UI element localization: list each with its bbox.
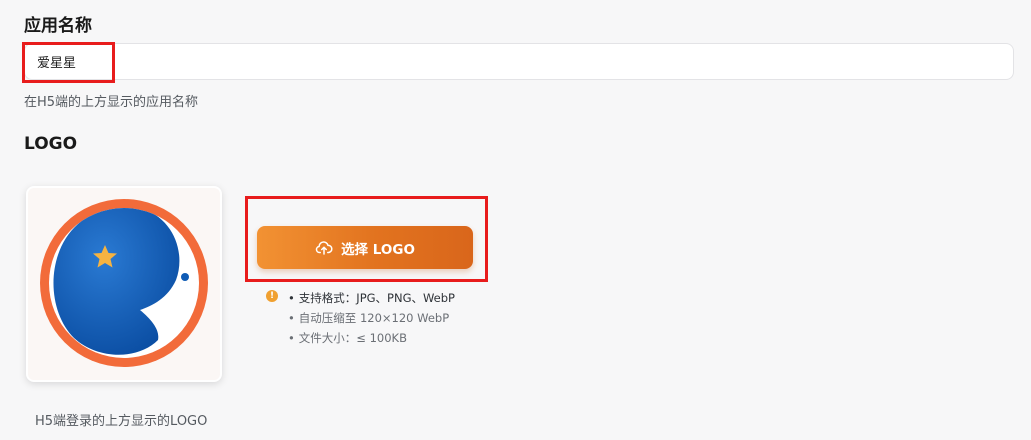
app-name-label: 应用名称	[24, 16, 92, 36]
logo-eye	[181, 273, 189, 281]
cloud-upload-icon	[315, 240, 333, 255]
requirement-item: • 自动压缩至 120×120 WebP	[288, 311, 450, 325]
requirement-item: • 支持格式：JPG、PNG、WebP	[288, 291, 455, 305]
logo-requirements: • 支持格式：JPG、PNG、WebP • 自动压缩至 120×120 WebP •…	[288, 288, 455, 348]
info-icon: !	[266, 290, 278, 302]
logo-image	[40, 199, 208, 367]
app-name-input[interactable]	[24, 43, 1014, 80]
settings-page: 应用名称 在H5端的上方显示的应用名称 LOGO	[0, 0, 1031, 440]
logo-label: LOGO	[24, 134, 78, 154]
select-logo-label: 选择 LOGO	[341, 241, 415, 258]
select-logo-button[interactable]: 选择 LOGO	[257, 226, 473, 269]
logo-preview[interactable]	[26, 186, 222, 382]
app-name-hint: 在H5端的上方显示的应用名称	[24, 95, 199, 110]
logo-hint: H5端登录的上方显示的LOGO	[35, 414, 208, 429]
requirement-item: • 文件大小：≤ 100KB	[288, 331, 407, 345]
